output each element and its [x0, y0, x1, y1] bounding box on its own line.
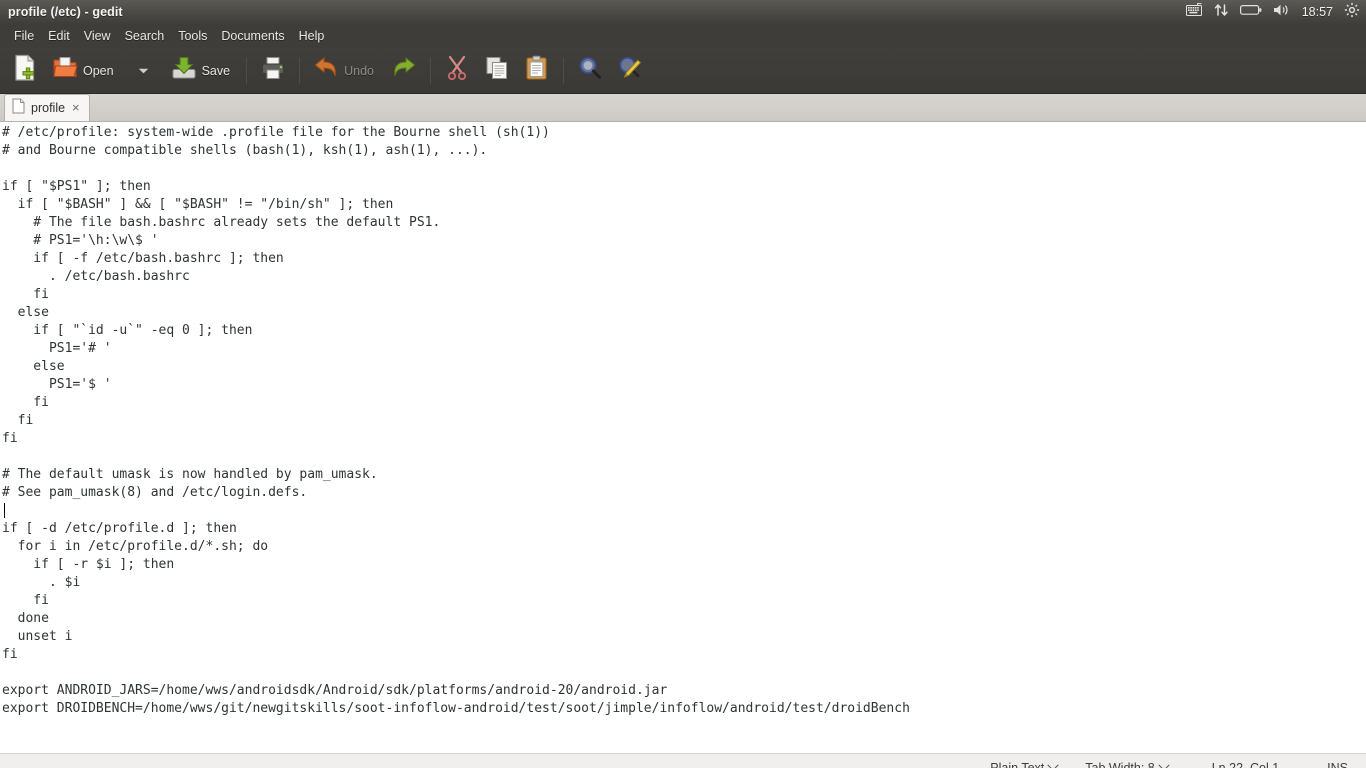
window-title: profile (/etc) - gedit: [8, 5, 123, 19]
statusbar: Plain Text Tab Width: 8 Ln 22, Col 1 INS: [0, 753, 1366, 768]
new-document-icon: [12, 54, 38, 87]
code-line: if [ "`id -u`" -eq 0 ]; then: [2, 323, 253, 338]
code-line: unset i: [2, 629, 73, 644]
menu-file[interactable]: File: [7, 27, 41, 45]
tab-profile[interactable]: profile ×: [4, 94, 90, 121]
window-titlebar: profile (/etc) - gedit 18:57: [0, 0, 1366, 24]
new-document-button[interactable]: [6, 52, 44, 90]
toolbar-separator-4: [562, 57, 564, 84]
code-line: # /etc/profile: system-wide .profile fil…: [2, 125, 550, 140]
search-icon: [577, 55, 603, 86]
code-line: . /etc/bash.bashrc: [2, 269, 190, 284]
chevron-down-icon: [138, 62, 149, 80]
open-label: Open: [83, 63, 114, 78]
undo-label: Undo: [344, 63, 374, 78]
tab-label: profile: [31, 101, 66, 115]
save-disk-icon: [171, 55, 197, 86]
source-code[interactable]: # /etc/profile: system-wide .profile fil…: [0, 122, 1366, 718]
code-line: PS1='$ ': [2, 377, 112, 392]
copy-button[interactable]: [478, 52, 516, 90]
code-line: # The file bash.bashrc already sets the …: [2, 215, 441, 230]
menu-help[interactable]: Help: [292, 27, 332, 45]
close-icon[interactable]: ×: [71, 101, 81, 116]
code-line: fi: [2, 287, 49, 302]
text-editor-area[interactable]: # /etc/profile: system-wide .profile fil…: [0, 122, 1366, 753]
code-line: done: [2, 611, 49, 626]
toolbar: Open Save Undo: [0, 48, 1366, 94]
code-line: if [ "$PS1" ]; then: [2, 179, 151, 194]
code-line: # PS1='\h:\w\$ ': [2, 233, 159, 248]
chevron-down-icon: [1047, 759, 1059, 768]
insert-mode-indicator: INS: [1327, 761, 1348, 768]
gear-icon[interactable]: [1344, 2, 1360, 23]
find-button[interactable]: [571, 52, 609, 90]
redo-arrow-icon: [391, 56, 417, 84]
language-label: Plain Text: [990, 761, 1045, 768]
document-icon: [12, 98, 25, 119]
printer-icon: [260, 55, 286, 86]
cursor-position: Ln 22, Col 1: [1211, 761, 1280, 768]
open-folder-icon: [52, 55, 78, 86]
code-line: for i in /etc/profile.d/*.sh; do: [2, 539, 269, 554]
code-line: PS1='# ': [2, 341, 112, 356]
code-line: if [ -f /etc/bash.bashrc ]; then: [2, 251, 284, 266]
volume-icon[interactable]: [1273, 3, 1291, 22]
system-tray: 18:57: [1185, 0, 1360, 24]
menu-tools[interactable]: Tools: [171, 27, 214, 45]
code-line: if [ "$BASH" ] && [ "$BASH" != "/bin/sh"…: [2, 197, 394, 212]
paste-button[interactable]: [518, 52, 556, 90]
code-line: fi: [2, 593, 49, 608]
undo-arrow-icon: [313, 56, 339, 84]
menu-edit[interactable]: Edit: [41, 27, 77, 45]
code-line: fi: [2, 395, 49, 410]
network-updown-icon[interactable]: [1214, 3, 1229, 22]
copy-pages-icon: [484, 55, 510, 86]
keyboard-icon[interactable]: [1185, 3, 1203, 21]
toolbar-separator-1: [246, 57, 248, 84]
replace-button[interactable]: [611, 52, 649, 90]
code-line: export DROIDBENCH=/home/wws/git/newgitsk…: [2, 701, 910, 716]
find-replace-icon: [617, 55, 643, 86]
save-button[interactable]: Save: [165, 52, 240, 90]
code-line: # See pam_umask(8) and /etc/login.defs.: [2, 485, 308, 500]
open-button[interactable]: Open: [46, 52, 123, 90]
code-line: fi: [2, 647, 18, 662]
tab-width-label: Tab Width: 8: [1085, 761, 1155, 768]
code-line: # The default umask is now handled by pa…: [2, 467, 378, 482]
code-line: fi: [2, 431, 18, 446]
code-line: # and Bourne compatible shells (bash(1),…: [2, 143, 488, 158]
code-line: export ANDROID_JARS=/home/wws/androidsdk…: [2, 683, 668, 698]
battery-icon[interactable]: [1239, 3, 1262, 21]
menubar: File Edit View Search Tools Documents He…: [0, 24, 1366, 48]
code-line: else: [2, 359, 65, 374]
menu-documents[interactable]: Documents: [214, 27, 291, 45]
scissors-icon: [445, 55, 469, 86]
clipboard-icon: [524, 55, 550, 86]
code-line: else: [2, 305, 49, 320]
code-line: [2, 502, 1366, 520]
code-line: if [ -d /etc/profile.d ]; then: [2, 521, 237, 536]
code-line: if [ -r $i ]; then: [2, 557, 175, 572]
undo-button: Undo: [307, 52, 383, 90]
menu-view[interactable]: View: [77, 27, 118, 45]
language-selector[interactable]: Plain Text: [976, 759, 1071, 768]
tray-clock[interactable]: 18:57: [1302, 5, 1333, 19]
code-line: . $i: [2, 575, 81, 590]
chevron-down-icon: [1158, 759, 1170, 768]
save-label: Save: [201, 63, 231, 78]
menu-search[interactable]: Search: [118, 27, 172, 45]
code-line: fi: [2, 413, 34, 428]
cut-button[interactable]: [438, 52, 476, 90]
toolbar-separator-2: [299, 57, 301, 84]
redo-button[interactable]: [385, 52, 423, 90]
tab-width-selector[interactable]: Tab Width: 8: [1071, 759, 1181, 768]
open-dropdown-button[interactable]: [125, 52, 163, 90]
tabbar: profile ×: [0, 94, 1366, 122]
toolbar-separator-3: [429, 57, 431, 84]
print-button[interactable]: [254, 52, 292, 90]
